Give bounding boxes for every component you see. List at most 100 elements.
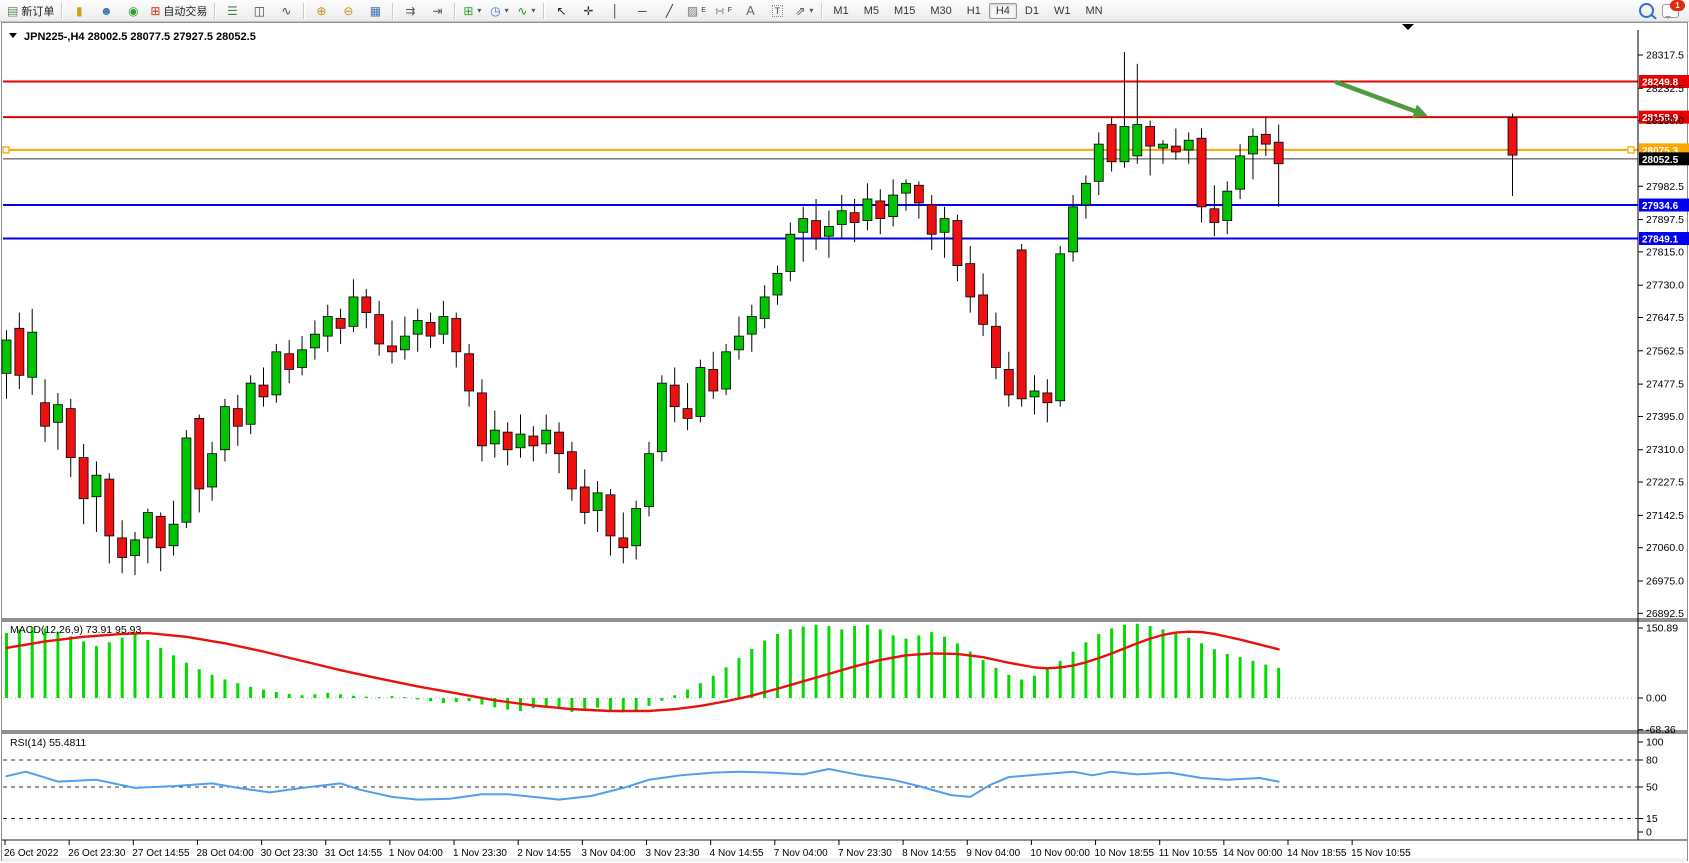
macd-histogram-bar	[596, 698, 599, 708]
fibonacci-tool[interactable]: ∺F	[710, 2, 736, 20]
macd-histogram-bar	[673, 695, 676, 698]
hline-tool[interactable]: ─	[629, 2, 655, 20]
macd-histogram-bar	[917, 635, 920, 698]
separator	[61, 3, 62, 19]
macd-histogram-bar	[1136, 624, 1139, 698]
candle-up	[632, 509, 641, 546]
macd-histogram-bar	[802, 627, 805, 698]
macd-histogram-bar	[1084, 642, 1087, 698]
macd-histogram-bar	[44, 628, 47, 698]
tf-m30[interactable]: M30	[923, 3, 958, 19]
price-tick-label: 28317.5	[1646, 50, 1684, 62]
macd-histogram-bar	[763, 640, 766, 698]
new-order-button[interactable]: ▤ 新订单	[4, 2, 57, 20]
trendline-tool[interactable]: ╱	[656, 2, 682, 20]
candle-down	[41, 403, 50, 427]
candle-up	[593, 493, 602, 511]
candle-up	[400, 336, 409, 350]
vline-tool[interactable]: │	[602, 2, 628, 20]
candle-up	[722, 352, 731, 389]
market-watch-button[interactable]: ▮	[66, 2, 92, 20]
tile-windows-button[interactable]: ▦	[362, 2, 388, 20]
candle-down	[105, 479, 114, 536]
rsi-tick-label: 80	[1646, 755, 1658, 767]
chart-area[interactable]: 28249.828158.928075.328052.527934.627849…	[0, 0, 1689, 863]
rsi-tick-label: 100	[1646, 737, 1664, 749]
text-icon: A	[746, 4, 755, 17]
macd-histogram-bar	[648, 698, 651, 706]
candle-down	[979, 295, 988, 324]
tf-m1[interactable]: M1	[826, 3, 855, 19]
candle-down	[1508, 117, 1517, 155]
macd-histogram-bar	[892, 635, 895, 698]
macd-histogram-bar	[1277, 668, 1280, 698]
macd-histogram-bar	[1226, 654, 1229, 698]
time-label: 26 Oct 23:30	[68, 848, 126, 859]
time-label: 27 Oct 14:55	[132, 848, 190, 859]
macd-histogram-bar	[288, 694, 291, 698]
rsi-tick-label: 15	[1646, 813, 1658, 825]
cursor-tool[interactable]: ↖	[548, 2, 574, 20]
macd-histogram-bar	[545, 698, 548, 706]
macd-histogram-bar	[1033, 676, 1036, 698]
candle-up	[310, 334, 319, 348]
tf-h4-active[interactable]: H4	[989, 3, 1017, 19]
line-anchor[interactable]	[3, 147, 9, 153]
tf-d1[interactable]: D1	[1018, 3, 1046, 19]
time-label: 7 Nov 04:00	[774, 848, 828, 859]
bar-chart-button[interactable]: ☰	[219, 2, 245, 20]
candle-down	[850, 213, 859, 223]
tf-m15[interactable]: M15	[887, 3, 922, 19]
zoom-out-button[interactable]: ⊖	[335, 2, 361, 20]
auto-scroll-button[interactable]: ⇉	[397, 2, 423, 20]
tf-mn[interactable]: MN	[1078, 3, 1109, 19]
candle-up	[1236, 156, 1245, 189]
channel-tool[interactable]: ▨E	[683, 2, 709, 20]
indicators-button[interactable]: ∿▾	[513, 2, 539, 20]
candle-up	[2, 340, 11, 373]
candle-down	[619, 538, 628, 548]
candle-up	[889, 195, 898, 217]
chart-shift-button[interactable]: ⇥	[424, 2, 450, 20]
line-chart-button[interactable]: ∿	[273, 2, 299, 20]
macd-histogram-bar	[134, 634, 137, 698]
candle-up	[272, 352, 281, 395]
time-label: 3 Nov 23:30	[646, 848, 700, 859]
separator	[214, 3, 215, 19]
candle-down	[426, 322, 435, 336]
tf-h1[interactable]: H1	[960, 3, 988, 19]
macd-histogram-bar	[249, 687, 252, 698]
candle-down	[1043, 393, 1052, 403]
arrows-tool[interactable]: ⇗▾	[791, 2, 817, 20]
candlestick-button[interactable]: ◫	[246, 2, 272, 20]
candle-down	[285, 354, 294, 370]
crosshair-tool[interactable]: ✛	[575, 2, 601, 20]
chat-icon[interactable]: 1	[1662, 4, 1679, 18]
macd-histogram-bar	[429, 698, 432, 701]
candle-up	[773, 273, 782, 295]
period-button[interactable]: ◷▾	[486, 2, 512, 20]
candle-up	[516, 434, 525, 448]
candle-down	[683, 409, 692, 419]
search-icon[interactable]	[1639, 3, 1654, 18]
autotrade-icon: ⊞	[150, 5, 160, 17]
zoom-out-icon: ⊖	[343, 5, 353, 17]
line-anchor[interactable]	[1628, 147, 1634, 153]
candle-down	[336, 318, 345, 328]
navigator-button[interactable]: ☻	[93, 2, 119, 20]
tf-m5[interactable]: M5	[857, 3, 886, 19]
new-chart-button[interactable]: ⊞▾	[459, 2, 485, 20]
time-label: 11 Nov 10:55	[1159, 848, 1218, 859]
text-tool[interactable]: A	[737, 2, 763, 20]
autotrade-button[interactable]: ⊞ 自动交易	[147, 2, 210, 20]
price-tick-label: 27477.5	[1646, 379, 1684, 391]
label-tool[interactable]: T	[764, 2, 790, 20]
signals-button[interactable]: ◉	[120, 2, 146, 20]
candle-up	[1159, 144, 1168, 148]
tf-w1[interactable]: W1	[1047, 3, 1078, 19]
zoom-in-button[interactable]: ⊕	[308, 2, 334, 20]
candle-down	[606, 495, 615, 536]
candle-up	[92, 475, 101, 497]
candle-down	[375, 315, 384, 344]
candle-up	[799, 219, 808, 233]
